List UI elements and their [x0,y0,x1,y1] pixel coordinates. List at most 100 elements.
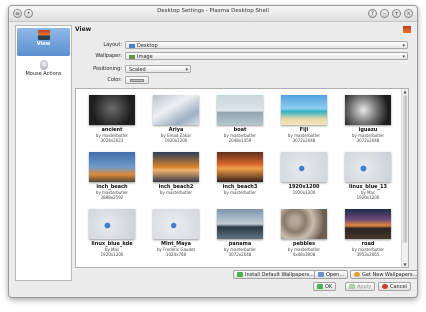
open-button[interactable]: Open... [314,270,349,279]
positioning-row: Positioning: Scaled ▾ [75,65,411,74]
positioning-value: Scaled [129,67,146,73]
desktop-settings-window: ≡ • Desktop Settings - Plasma Desktop Sh… [8,5,418,298]
install-default-wallpapers-button[interactable]: Install Default Wallpapers... [233,270,318,279]
wallpaper-tile-boat[interactable]: boat by masterbutler 2048x1359 [210,95,270,143]
mouse-icon [39,60,48,70]
wallpaper-size: 3953x2665 [356,252,380,257]
wallpaper-thumbnail [89,209,135,239]
layout-value: Desktop [137,43,158,49]
wallpaper-tile-road[interactable]: road by masterbutler 3953x2665 [338,209,398,257]
sidebar-item-view[interactable]: View [17,28,70,56]
wallpaper-size: 3024x2023 [100,138,124,143]
window-title: Desktop Settings - Plasma Desktop Shell [157,8,269,14]
sidebar-item-label: View [36,41,51,47]
chevron-down-icon: ▾ [402,43,405,49]
wallpaper-size: 3072x2048 [292,138,316,143]
wallpaper-thumbnail [217,152,263,182]
close-button[interactable]: × [404,9,413,18]
wallpaper-size: 3072x2048 [228,252,252,257]
minimize-button[interactable]: – [380,9,389,18]
cancel-button[interactable]: Cancel [378,282,411,291]
positioning-label: Positioning: [93,66,122,72]
maximize-button[interactable]: + [392,9,401,18]
view-icon [37,30,50,40]
sidebar-item-label: Mouse Actions [25,71,62,77]
wallpaper-thumbnail [281,95,327,125]
cancel-icon [382,284,388,289]
apply-button[interactable]: Apply [345,282,376,291]
get-new-wallpapers-button[interactable]: Get New Wallpapers... [350,270,418,279]
layout-select[interactable]: Desktop ▾ [125,41,408,49]
wallpaper-select[interactable]: Image ▾ [125,52,408,60]
wallpaper-row: Wallpaper: Image ▾ [75,52,411,61]
layout-row: Layout: Desktop ▾ [75,41,411,50]
wallpaper-thumbnail [217,95,263,125]
wallpaper-thumbnail [89,95,135,125]
chevron-down-icon: ▾ [185,67,188,73]
color-picker-button[interactable] [125,76,149,84]
get-new-stuff-icon [354,272,360,277]
wallpaper-thumbnail [345,209,391,239]
wallpaper-thumbnail [153,209,199,239]
get-new-label: Get New Wallpapers... [362,272,418,278]
wallpaper-size: 2048x1359 [228,138,252,143]
title-bar-right-buttons: ? – + × [368,9,413,18]
settings-sidebar: View Mouse Actions [15,25,72,281]
wallpaper-grid-scrollbar[interactable]: ▲ ▼ [401,89,408,267]
wallpaper-size: 1920x1200 [164,138,188,143]
wallpaper-tile-inch-beach2[interactable]: inch_beach2 by masterbutler [146,152,206,195]
wallpaper-thumbnail [217,209,263,239]
view-header-icon [403,26,411,33]
image-icon [129,54,135,59]
wallpaper-thumbnail [345,152,391,182]
wallpaper-tile-ariya[interactable]: Ariya by Emad Zakar 1920x1200 [146,95,206,143]
wallpaper-label: Wallpaper: [95,53,122,59]
wallpaper-tile-panama[interactable]: panama by masterbutler 3072x2048 [210,209,270,257]
add-icon [237,272,243,277]
apply-label: Apply [357,284,372,290]
scroll-down-icon[interactable]: ▼ [402,262,408,267]
wallpaper-size: 3072x2048 [356,138,380,143]
wallpaper-thumbnail [89,152,135,182]
wallpaper-tile-pebbles[interactable]: pebbles by masterbutler 4x48x3008 [274,209,334,257]
wallpaper-thumbnail [281,152,327,182]
color-swatch [130,79,144,82]
wallpaper-author: by masterbutler [223,190,257,195]
wallpaper-tile-linux-blue-13[interactable]: linux_blue_13 by Mac 1920x1200 [338,152,398,200]
page-title: View [75,26,92,33]
wallpaper-thumbnail [153,152,199,182]
wallpaper-tile-ancient[interactable]: ancient by masterbutler 3024x2023 [82,95,142,143]
title-bar[interactable]: ≡ • Desktop Settings - Plasma Desktop Sh… [9,6,417,22]
wallpaper-size: 3888x2592 [100,195,124,200]
sidebar-item-mouse-actions[interactable]: Mouse Actions [17,58,70,86]
wallpaper-size: 1920x1200 [100,252,124,257]
help-button[interactable]: ? [368,9,377,18]
wallpaper-thumbnail [153,95,199,125]
wallpaper-size: 1920x1200 [356,195,380,200]
wallpaper-size: 1024x768 [165,252,187,257]
view-settings-panel: View Layout: Desktop ▾ Wallpaper: Image … [75,25,417,280]
wallpaper-tile-fiji[interactable]: Fiji by masterbutler 3072x2048 [274,95,334,143]
wallpaper-value: Image [137,54,153,60]
desktop-icon [129,43,135,48]
chevron-down-icon: ▾ [402,54,405,60]
wallpaper-tile-inch-beach3[interactable]: inch_beach3 by masterbutler [210,152,270,195]
color-row: Color: [75,76,411,85]
open-label: Open... [326,272,345,278]
scrollbar-thumb[interactable] [403,95,407,243]
positioning-select[interactable]: Scaled ▾ [125,65,191,73]
color-label: Color: [107,77,122,83]
wallpaper-tile-mint-maya[interactable]: Mint_Maya by Frederic Gaudet 1024x768 [146,209,206,257]
layout-label: Layout: [103,42,122,48]
wallpaper-grid[interactable]: ancient by masterbutler 3024x2023 Ariya … [75,88,409,268]
scroll-up-icon[interactable]: ▲ [402,89,408,94]
wallpaper-tile-1920x1200[interactable]: 1920x1200 1920x1200 [274,152,334,195]
check-icon [317,284,323,289]
wallpaper-tile-iguazu[interactable]: iguazu by masterbutler 3072x2048 [338,95,398,143]
apply-icon [349,284,355,289]
ok-button[interactable]: OK [313,282,337,291]
wallpaper-tile-inch-beach[interactable]: inch_beach by masterbutler 3888x2592 [82,152,142,200]
cancel-label: Cancel [390,284,407,290]
ok-label: OK [325,284,333,290]
wallpaper-tile-linux-blue-kde[interactable]: linux_blue_kde by Mac 1920x1200 [82,209,142,257]
